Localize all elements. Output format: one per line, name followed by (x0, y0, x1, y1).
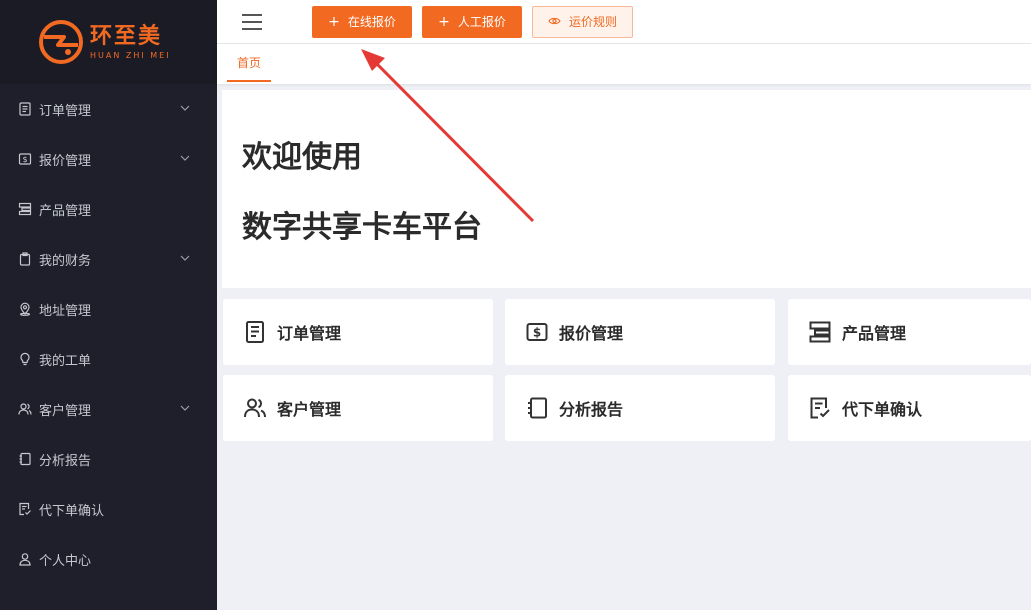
chevron-down-icon (179, 252, 191, 264)
sidebar-item-label: 报价管理 (39, 153, 92, 169)
notebook-icon (525, 396, 549, 420)
sidebar-item-reports[interactable]: 分析报告 (0, 434, 217, 484)
freight-rules-button[interactable]: 运价规则 (532, 5, 633, 38)
shortcut-card-quotes[interactable]: $ 报价管理 (505, 299, 775, 365)
sidebar-item-label: 订单管理 (39, 103, 92, 119)
card-label: 报价管理 (559, 324, 624, 343)
sidebar-item-addresses[interactable]: 地址管理 (0, 284, 217, 334)
sidebar-item-profile[interactable]: 个人中心 (0, 534, 217, 584)
plus-icon: + (328, 13, 340, 30)
manual-quote-label: 人工报价 (457, 15, 506, 29)
online-quote-label: 在线报价 (347, 15, 396, 29)
sidebar-item-orders[interactable]: 订单管理 (0, 84, 217, 134)
chevron-down-icon (179, 102, 191, 114)
menu-toggle-icon[interactable] (242, 13, 262, 30)
sidebar-item-label: 地址管理 (39, 303, 92, 319)
top-header: + 在线报价 + 人工报价 运价规则 (217, 0, 1031, 44)
card-label: 分析报告 (559, 400, 624, 419)
notebook-icon (18, 452, 32, 466)
location-icon (18, 302, 32, 316)
welcome-subtitle: 数字共享卡车平台 (242, 210, 482, 245)
sidebar-item-label: 个人中心 (39, 553, 92, 569)
shortcut-card-proxy-order[interactable]: 代下单确认 (788, 375, 1031, 441)
sidebar-item-tickets[interactable]: 我的工单 (0, 334, 217, 384)
online-quote-button[interactable]: + 在线报价 (312, 5, 412, 38)
sidebar-menu: 订单管理 $ 报价管理 产品管理 我的财务 地址管理 我的工单 客户管理 分析报… (0, 84, 217, 584)
welcome-title: 欢迎使用 (242, 140, 362, 175)
users-icon (18, 402, 32, 416)
sidebar-item-label: 分析报告 (39, 453, 92, 469)
bulb-icon (18, 352, 32, 366)
chevron-down-icon (179, 402, 191, 414)
users-icon (243, 396, 267, 420)
clipboard-icon (18, 252, 32, 266)
card-label: 代下单确认 (842, 400, 923, 419)
sidebar-item-label: 客户管理 (39, 403, 92, 419)
eye-icon (548, 15, 561, 29)
shortcut-card-orders[interactable]: 订单管理 (223, 299, 493, 365)
plus-icon: + (438, 13, 450, 30)
logo-subtitle: HUAN ZHI MEI (90, 50, 171, 60)
welcome-panel: 欢迎使用 数字共享卡车平台 (222, 90, 1031, 288)
shortcut-card-reports[interactable]: 分析报告 (505, 375, 775, 441)
product-icon (18, 202, 32, 216)
sidebar-item-products[interactable]: 产品管理 (0, 184, 217, 234)
shortcut-card-products[interactable]: 产品管理 (788, 299, 1031, 365)
order-doc-icon (243, 320, 267, 344)
dollar-icon: $ (18, 152, 32, 166)
sidebar-item-label: 我的财务 (39, 253, 92, 269)
sidebar-item-label: 我的工单 (39, 353, 92, 369)
svg-text:$: $ (533, 326, 541, 340)
chevron-down-icon (179, 152, 191, 164)
shortcut-card-customers[interactable]: 客户管理 (223, 375, 493, 441)
manual-quote-button[interactable]: + 人工报价 (422, 5, 522, 38)
user-icon (18, 552, 32, 566)
freight-rules-label: 运价规则 (568, 15, 617, 29)
tab-home[interactable]: 首页 (227, 44, 272, 82)
sidebar-item-finance[interactable]: 我的财务 (0, 234, 217, 284)
doc-check-icon (18, 502, 32, 516)
logo[interactable]: 环至美 HUAN ZHI MEI (0, 0, 217, 84)
order-doc-icon (18, 102, 32, 116)
sidebar-item-label: 代下单确认 (39, 503, 105, 519)
sidebar: 环至美 HUAN ZHI MEI 订单管理 $ 报价管理 产品管理 我的财务 地… (0, 0, 217, 610)
sidebar-item-proxy-order[interactable]: 代下单确认 (0, 484, 217, 534)
doc-check-icon (808, 396, 832, 420)
sidebar-item-customers[interactable]: 客户管理 (0, 384, 217, 434)
sidebar-item-label: 产品管理 (39, 203, 92, 219)
card-label: 客户管理 (277, 400, 342, 419)
card-label: 订单管理 (277, 324, 342, 343)
dollar-icon: $ (525, 320, 549, 344)
sidebar-item-quotes[interactable]: $ 报价管理 (0, 134, 217, 184)
logo-globe-icon (38, 19, 84, 65)
svg-text:$: $ (22, 155, 27, 164)
product-icon (808, 320, 832, 344)
card-label: 产品管理 (842, 324, 907, 343)
tab-bar: 首页 (217, 44, 1031, 84)
logo-title: 环至美 (90, 23, 163, 49)
